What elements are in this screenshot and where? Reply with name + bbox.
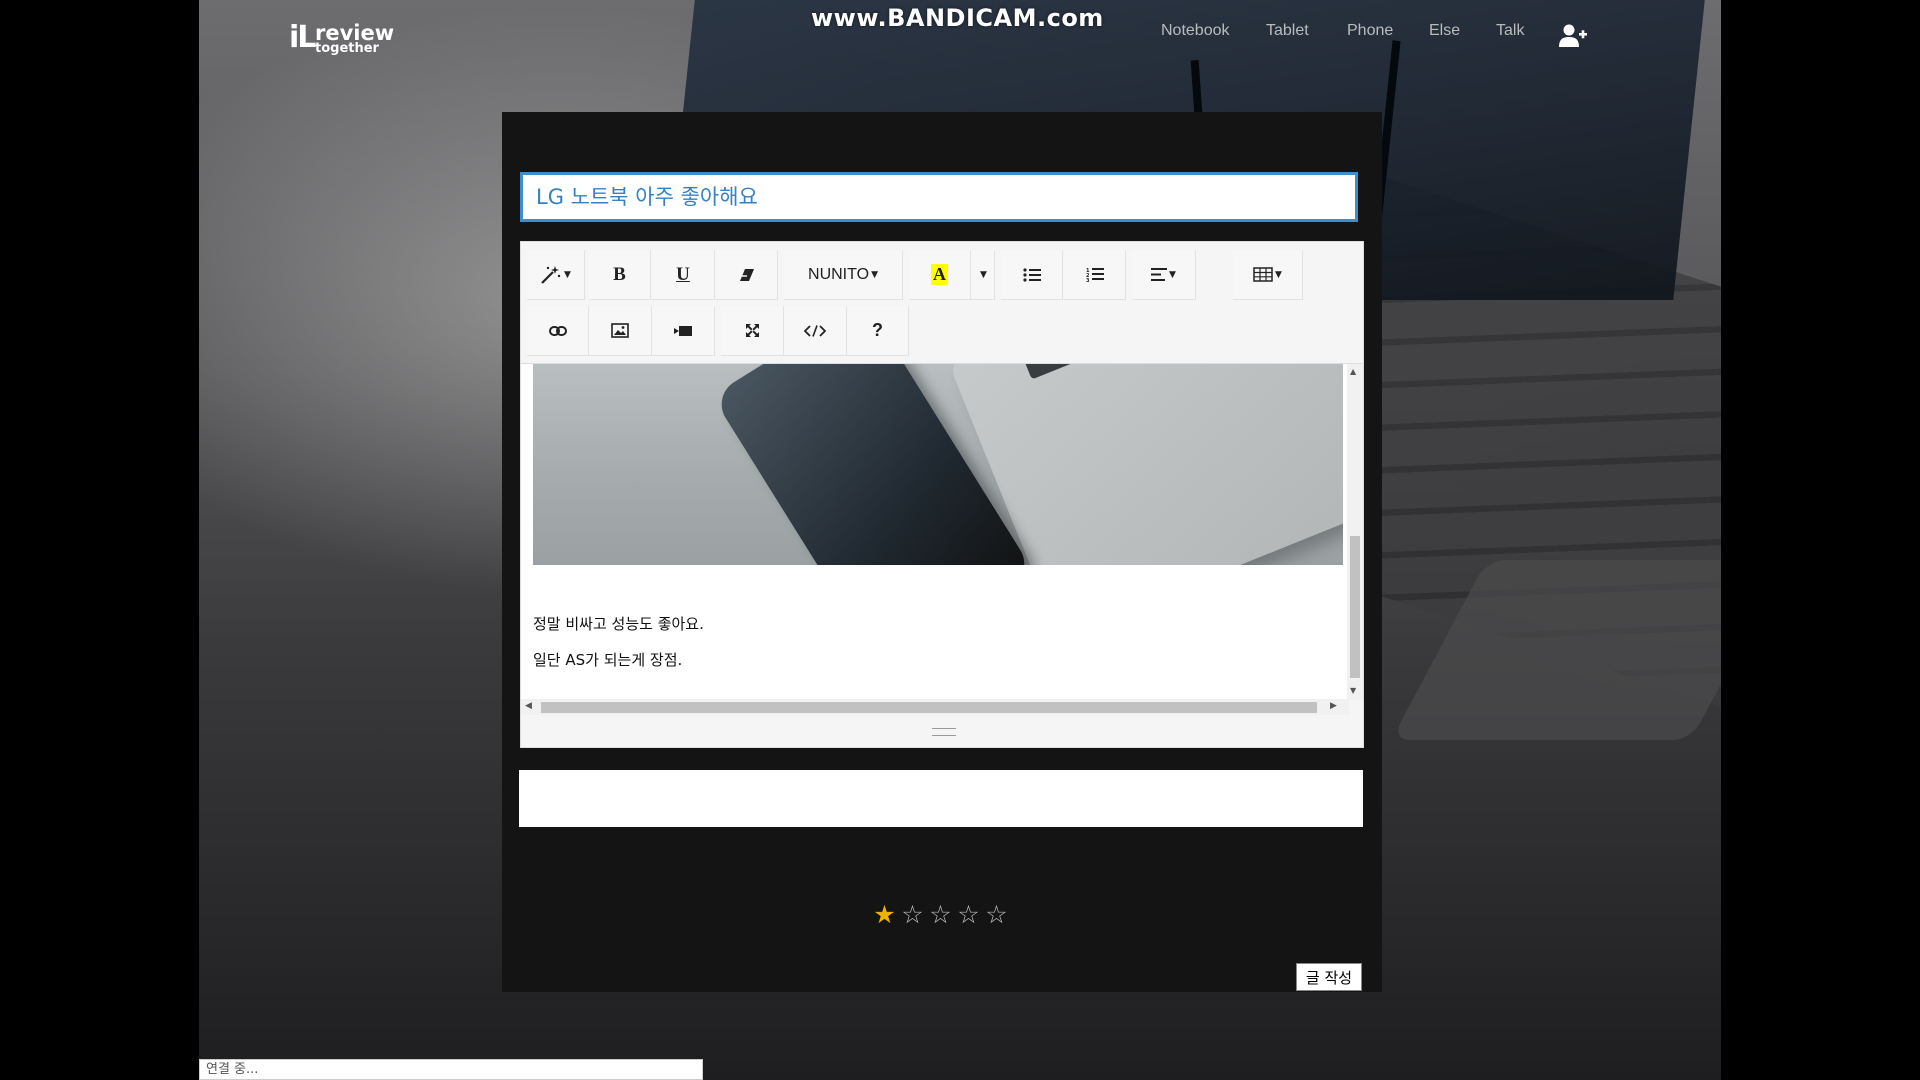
rich-text-editor: ▼ B U NUNITO ▼ A ▼ 1 2 3 ▼ ▼ ? 정말 비싸고 성능… (520, 241, 1364, 748)
horizontal-scrollbar[interactable]: ◀ ▶ (521, 699, 1349, 715)
fullscreen-button[interactable] (721, 306, 784, 356)
expand-arrows-icon (745, 324, 759, 337)
nav-notebook[interactable]: Notebook (1161, 22, 1230, 40)
star-icon-4[interactable]: ☆ (956, 900, 981, 930)
bold-icon: B (613, 263, 626, 285)
browser-status-bar: 연결 중... (199, 1059, 703, 1080)
clear-format-button[interactable] (716, 250, 778, 300)
align-left-icon (1151, 268, 1168, 281)
magic-wand-icon (541, 265, 561, 284)
ordered-list-button[interactable]: 123 (1064, 250, 1126, 300)
bullet-list-icon (1022, 267, 1041, 282)
underline-icon: U (676, 263, 690, 285)
star-icon-2[interactable]: ☆ (900, 900, 925, 930)
nav-tablet[interactable]: Tablet (1266, 22, 1309, 40)
scroll-down-arrow-icon[interactable]: ▼ (1350, 686, 1356, 695)
style-button[interactable]: ▼ (527, 250, 585, 300)
content-line-2: 일단 AS가 되는게 장점. (533, 651, 683, 669)
scroll-right-arrow-icon[interactable]: ▶ (1330, 701, 1337, 711)
nav-talk[interactable]: Talk (1496, 22, 1524, 40)
bold-button[interactable]: B (589, 250, 651, 300)
chevron-down-icon: ▼ (1275, 269, 1282, 280)
code-view-button[interactable] (784, 306, 847, 356)
scroll-left-arrow-icon[interactable]: ◀ (525, 701, 532, 711)
numbered-list-icon: 123 (1086, 268, 1104, 282)
user-plus-icon[interactable] (1559, 24, 1587, 48)
text-color-button[interactable]: A (909, 250, 971, 300)
paragraph-align-button[interactable]: ▼ (1132, 250, 1196, 300)
vertical-scrollbar[interactable]: ▲ ▼ (1347, 364, 1363, 700)
chevron-down-icon: ▼ (564, 269, 571, 280)
video-icon (674, 325, 692, 336)
link-icon (548, 325, 567, 336)
recorder-watermark: www.BANDICAM.com (811, 4, 1104, 32)
logo-text-together: together (315, 41, 379, 56)
logo-mark: iL (289, 20, 316, 55)
svg-text:3: 3 (1086, 278, 1090, 282)
table-icon (1253, 267, 1273, 282)
vertical-scroll-thumb[interactable] (1350, 536, 1360, 678)
image-icon (611, 323, 629, 338)
table-button[interactable]: ▼ (1233, 250, 1303, 300)
insert-link-button[interactable] (527, 306, 589, 356)
editor-resize-handle[interactable] (521, 717, 1363, 747)
star-icon-5[interactable]: ☆ (984, 900, 1009, 930)
underline-button[interactable]: U (652, 250, 715, 300)
chevron-down-icon: ▼ (871, 269, 878, 280)
star-icon-1[interactable]: ★ (872, 900, 897, 930)
post-title-input[interactable]: LG 노트북 아주 좋아해요 (520, 172, 1358, 222)
star-rating[interactable]: ★ ☆ ☆ ☆ ☆ (872, 900, 1009, 930)
insert-image-button[interactable] (589, 306, 652, 356)
color-dropdown-button[interactable]: ▼ (971, 250, 995, 300)
editor-content-area[interactable]: 정말 비싸고 성능도 좋아요. 일단 AS가 되는게 장점. ▲ ▼ (521, 363, 1363, 700)
chevron-down-icon: ▼ (980, 269, 987, 280)
question-mark-icon: ? (872, 320, 883, 340)
editor-toolbar: ▼ B U NUNITO ▼ A ▼ 1 2 3 ▼ ▼ ? (521, 242, 1363, 362)
star-icon-3[interactable]: ☆ (928, 900, 953, 930)
help-button[interactable]: ? (847, 306, 909, 356)
secondary-input-field[interactable] (519, 770, 1363, 827)
horizontal-scroll-thumb[interactable] (541, 702, 1317, 713)
resize-grip-icon (932, 728, 956, 736)
submit-post-button[interactable]: 글 작성 (1296, 963, 1362, 991)
unordered-list-button[interactable] (1001, 250, 1063, 300)
nav-phone[interactable]: Phone (1347, 22, 1393, 40)
post-form-panel: LG 노트북 아주 좋아해요 ▼ B U NUNITO ▼ A ▼ 1 2 3 … (502, 112, 1382, 992)
eraser-icon (739, 268, 754, 281)
scroll-up-arrow-icon[interactable]: ▲ (1350, 367, 1356, 376)
browser-viewport: iL review together www.BANDICAM.com Note… (199, 0, 1721, 1080)
chevron-down-icon: ▼ (1169, 269, 1176, 280)
code-icon (804, 324, 826, 337)
insert-video-button[interactable] (652, 306, 715, 356)
font-family-select[interactable]: NUNITO ▼ (784, 250, 903, 300)
font-name-label: NUNITO (808, 265, 870, 283)
highlight-a-icon: A (931, 264, 948, 285)
content-line-1: 정말 비싸고 성능도 좋아요. (533, 615, 704, 633)
embedded-photo[interactable] (533, 364, 1343, 565)
nav-else[interactable]: Else (1429, 22, 1460, 40)
